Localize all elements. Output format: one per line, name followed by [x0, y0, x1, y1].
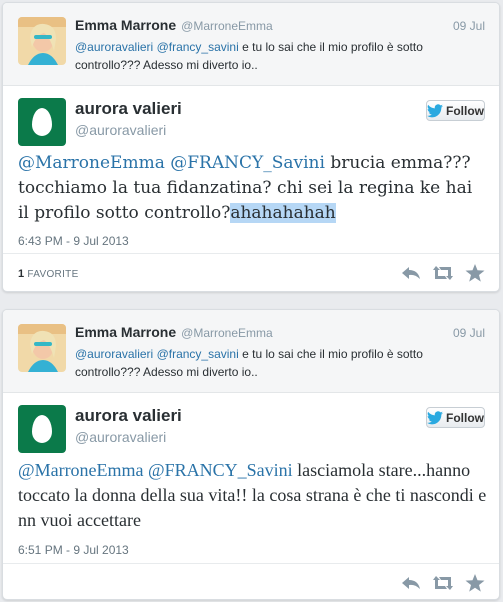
retweet-icon[interactable]	[433, 574, 453, 592]
follow-button[interactable]: Follow	[426, 407, 485, 428]
tweet-text: @MarroneEmma @FRANCY_Savini brucia emma?…	[18, 153, 473, 223]
reply-icon[interactable]	[401, 574, 421, 592]
tweet-text: @MarroneEmma @FRANCY_Savini lasciamola s…	[18, 460, 487, 530]
tweet-card: Emma Marrone @MarroneEmma 09 Jul @aurorav…	[2, 309, 500, 600]
author-handle[interactable]: @auroravalieri	[75, 429, 166, 445]
follow-label: Follow	[446, 103, 484, 118]
egg-icon	[32, 108, 52, 136]
egg-icon	[32, 415, 52, 443]
mention-link[interactable]: @francy_savini	[157, 40, 239, 54]
mention-link[interactable]: @MarroneEmma @FRANCY_Savini	[18, 153, 325, 173]
follow-button[interactable]: Follow	[426, 100, 485, 121]
parent-tweet-text: @auroravalieri @francy_savini e tu lo sa…	[75, 40, 423, 72]
parent-author-name[interactable]: Emma Marrone @MarroneEmma	[75, 17, 273, 33]
twitter-bird-icon	[427, 103, 443, 117]
avatar[interactable]	[18, 98, 66, 146]
avatar[interactable]	[18, 17, 66, 65]
author-handle[interactable]: @auroravalieri	[75, 122, 166, 138]
parent-author-name[interactable]: Emma Marrone @MarroneEmma	[75, 324, 273, 340]
tweet-actions	[401, 264, 485, 282]
follow-label: Follow	[446, 410, 484, 425]
favorite-count[interactable]: 1 FAVORITE	[18, 268, 79, 280]
mention-link[interactable]: @MarroneEmma @FRANCY_Savini	[18, 460, 293, 480]
mention-link[interactable]: @francy_savini	[157, 347, 239, 361]
tweet-footer	[3, 563, 499, 599]
tweet-card: Emma Marrone @MarroneEmma 09 Jul @aurorav…	[2, 2, 500, 292]
parent-tweet-date[interactable]: 09 Jul	[453, 326, 485, 340]
mention-link[interactable]: @auroravalieri	[75, 347, 153, 361]
star-icon[interactable]	[465, 264, 485, 282]
tweet-timestamp[interactable]: 6:43 PM - 9 Jul 2013	[18, 234, 129, 248]
parent-tweet-date[interactable]: 09 Jul	[453, 19, 485, 33]
selected-text: ahahahahah	[230, 203, 336, 223]
tweet-footer: 1 FAVORITE	[3, 253, 499, 291]
avatar[interactable]	[18, 405, 66, 453]
reply-icon[interactable]	[401, 264, 421, 282]
author-name[interactable]: aurora valieri	[75, 406, 182, 426]
mention-link[interactable]: @auroravalieri	[75, 40, 153, 54]
parent-tweet-text: @auroravalieri @francy_savini e tu lo sa…	[75, 347, 423, 379]
twitter-bird-icon	[427, 410, 443, 424]
parent-tweet[interactable]: Emma Marrone @MarroneEmma 09 Jul @aurorav…	[3, 310, 499, 393]
star-icon[interactable]	[465, 574, 485, 592]
avatar[interactable]	[18, 324, 66, 372]
tweet-timestamp[interactable]: 6:51 PM - 9 Jul 2013	[18, 543, 129, 557]
tweet-actions	[401, 574, 485, 592]
parent-author-handle[interactable]: @MarroneEmma	[181, 19, 273, 33]
parent-tweet[interactable]: Emma Marrone @MarroneEmma 09 Jul @aurorav…	[3, 3, 499, 86]
parent-author-handle[interactable]: @MarroneEmma	[181, 326, 273, 340]
author-name[interactable]: aurora valieri	[75, 99, 182, 119]
retweet-icon[interactable]	[433, 264, 453, 282]
